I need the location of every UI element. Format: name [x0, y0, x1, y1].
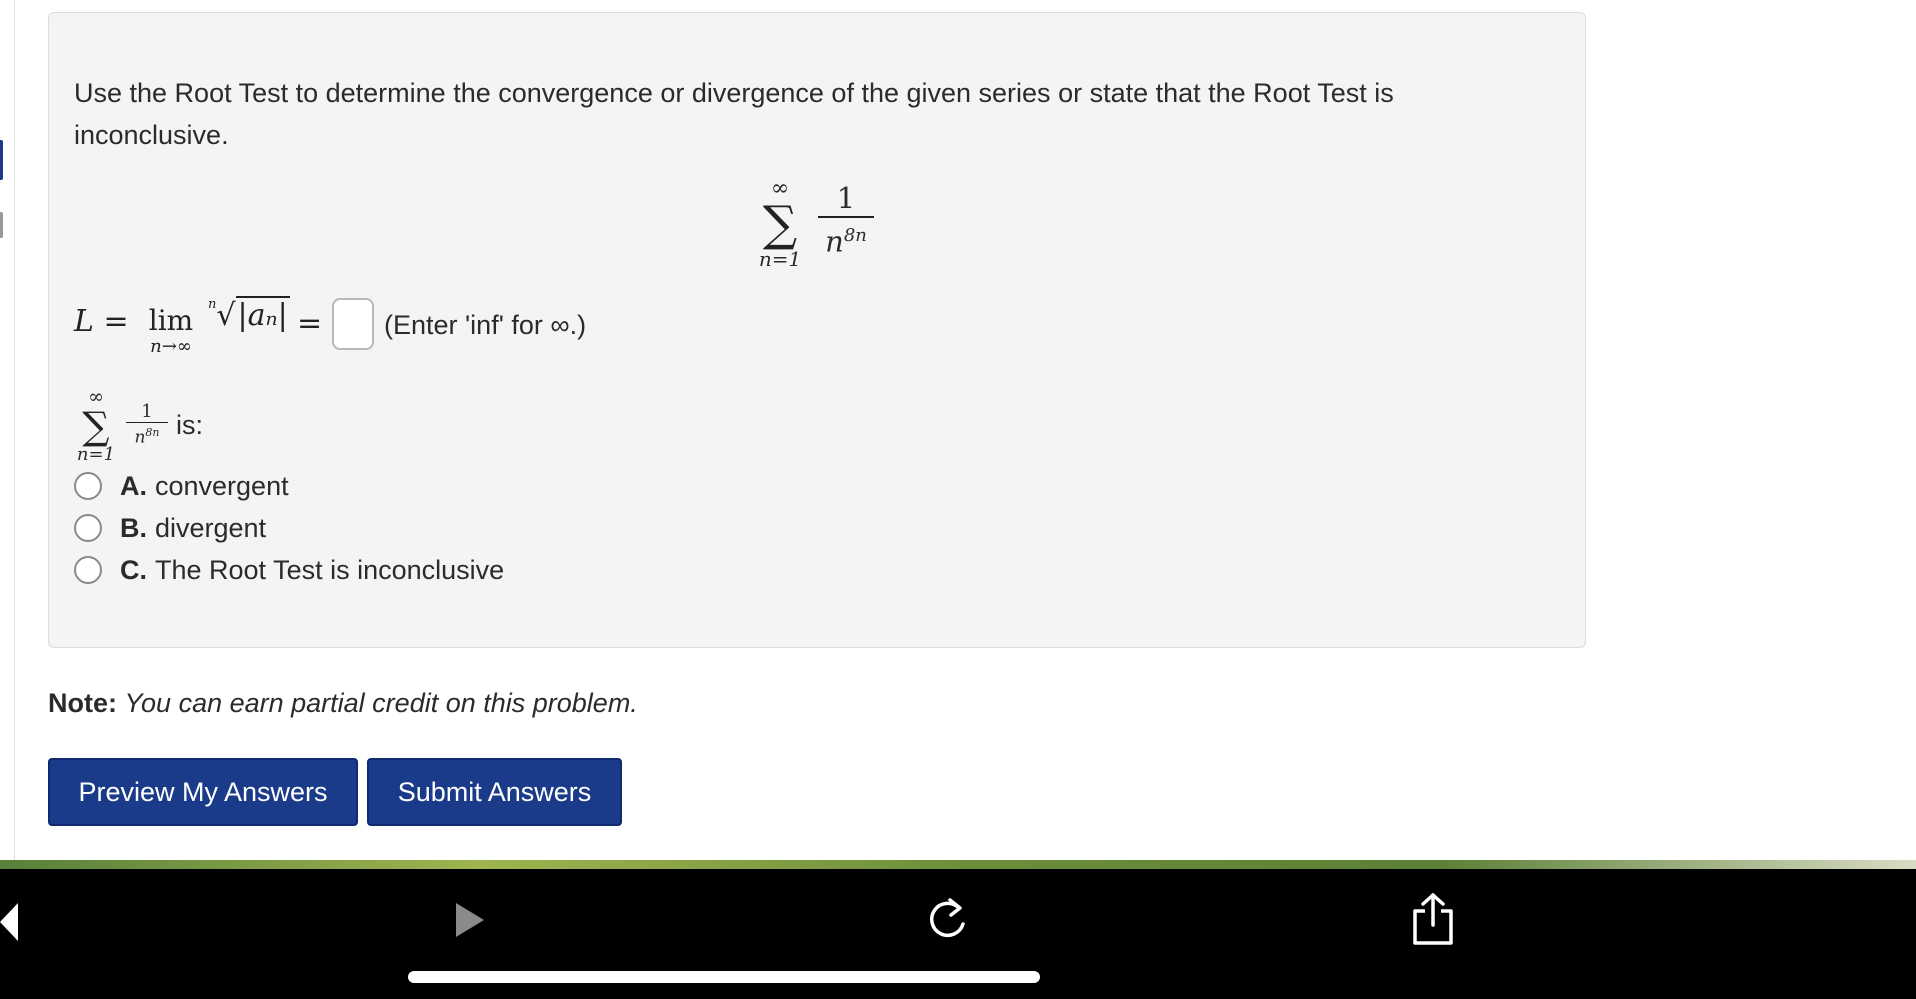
radical-icon: √ — [216, 298, 236, 333]
radicand: |aₙ| — [235, 296, 290, 333]
option-a[interactable]: A. convergent — [74, 466, 289, 506]
left-rail — [0, 0, 15, 860]
fraction-denominator: n8n — [134, 426, 160, 448]
play-icon[interactable] — [454, 899, 486, 941]
problem-instruction: Use the Root Test to determine the conve… — [74, 78, 1394, 150]
reload-icon[interactable] — [926, 894, 968, 942]
series-question-suffix: is: — [176, 410, 203, 440]
option-letter: C. — [120, 554, 147, 585]
browser-toolbar — [0, 869, 1916, 999]
page-load-strip — [0, 860, 1916, 869]
series-display: ∞ ∑ n=1 — [754, 178, 806, 271]
partial-credit-note: Note: You can earn partial credit on thi… — [48, 688, 638, 719]
home-indicator — [408, 971, 1040, 983]
fraction-numerator: 1 — [141, 401, 153, 422]
radio-button[interactable] — [74, 514, 102, 542]
denominator-exponent: 8n — [145, 426, 160, 439]
option-b[interactable]: B. divergent — [74, 508, 266, 548]
preview-answers-button[interactable]: Preview My Answers — [48, 758, 358, 826]
denominator-exponent: 8n — [843, 225, 867, 246]
option-c[interactable]: C. The Root Test is inconclusive — [74, 550, 504, 590]
limit-lhs: L = — [74, 304, 129, 339]
sum-lower-limit: n=1 — [758, 247, 802, 271]
note-label: Note: — [48, 688, 117, 718]
option-text: The Root Test is inconclusive — [155, 554, 505, 585]
root-index: n — [208, 297, 217, 312]
rail-marker — [0, 212, 3, 238]
radio-button[interactable] — [74, 556, 102, 584]
lim-subscript: n→∞ — [150, 336, 192, 357]
limit-operator: lim n→∞ — [138, 304, 204, 356]
submit-answers-button[interactable]: Submit Answers — [367, 758, 622, 826]
share-icon[interactable] — [1410, 891, 1456, 947]
limit-answer-input[interactable] — [332, 298, 374, 350]
nth-root: n√|aₙ| — [208, 296, 290, 333]
note-text: You can earn partial credit on this prob… — [124, 688, 638, 718]
option-text: divergent — [155, 512, 267, 543]
fraction-numerator: 1 — [836, 181, 856, 215]
fraction-denominator: n8n — [825, 224, 867, 259]
series-question-display: ∞ ∑ n=1 — [72, 388, 120, 465]
option-letter: B. — [120, 512, 147, 543]
infinity-hint: (Enter 'inf' for ∞.) — [384, 310, 587, 340]
option-text: convergent — [155, 470, 289, 501]
radio-button[interactable] — [74, 472, 102, 500]
sum-lower-limit: n=1 — [76, 444, 116, 465]
rail-marker — [0, 140, 3, 180]
option-letter: A. — [120, 470, 147, 501]
back-triangle-icon[interactable] — [0, 899, 20, 945]
equals-sign: = — [297, 306, 323, 341]
sigma-icon: ∑ — [762, 196, 798, 252]
lim-word: lim — [148, 304, 194, 337]
sigma-icon: ∑ — [82, 404, 110, 448]
series-question-fraction: 1 n8n — [126, 402, 168, 448]
series-fraction: 1 n8n — [818, 180, 874, 260]
